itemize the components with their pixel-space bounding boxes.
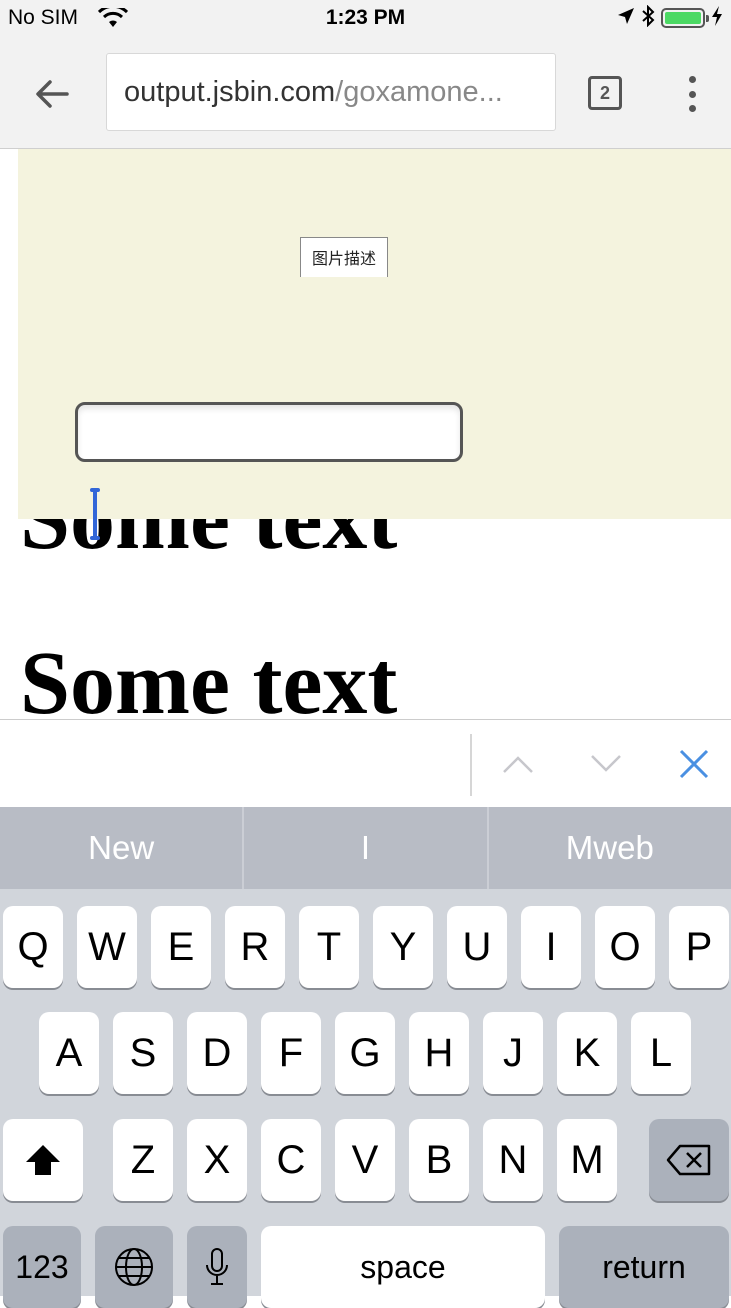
- key-t[interactable]: T: [299, 906, 359, 988]
- backspace-key[interactable]: [649, 1119, 729, 1201]
- suggestion-3[interactable]: Mweb: [489, 807, 731, 889]
- chevron-down-icon: [591, 755, 621, 772]
- key-y[interactable]: Y: [373, 906, 433, 988]
- key-k[interactable]: K: [557, 1012, 617, 1094]
- globe-icon: [115, 1248, 153, 1286]
- key-o[interactable]: O: [595, 906, 655, 988]
- bluetooth-icon: [641, 4, 655, 32]
- broken-image-alt: 图片描述: [300, 237, 389, 277]
- key-u[interactable]: U: [447, 906, 507, 988]
- suggestion-2[interactable]: I: [244, 807, 489, 889]
- overflow-menu-icon[interactable]: [676, 72, 708, 116]
- tab-switcher-button[interactable]: 2: [588, 76, 622, 110]
- key-g[interactable]: G: [335, 1012, 395, 1094]
- key-h[interactable]: H: [409, 1012, 469, 1094]
- heading-2: Some text: [20, 634, 398, 720]
- key-p[interactable]: P: [669, 906, 729, 988]
- shift-key[interactable]: [3, 1119, 83, 1201]
- key-e[interactable]: E: [151, 906, 211, 988]
- url-path: /goxamone...: [335, 75, 503, 108]
- fixed-panel: 图片描述: [18, 149, 731, 519]
- charging-bolt-icon: [711, 5, 723, 31]
- close-icon: [679, 749, 709, 779]
- keyboard-accessory-bar: [0, 719, 731, 808]
- key-v[interactable]: V: [335, 1119, 395, 1201]
- previous-field-button[interactable]: [496, 742, 540, 786]
- key-x[interactable]: X: [187, 1119, 247, 1201]
- location-arrow-icon: [617, 7, 635, 30]
- back-arrow-icon: [36, 80, 69, 108]
- page-content: Some text Some text 图片描述: [0, 149, 731, 719]
- battery-fill: [665, 12, 701, 24]
- url-host: output.jsbin.com: [124, 75, 336, 108]
- back-button[interactable]: [24, 66, 80, 122]
- key-a[interactable]: A: [39, 1012, 99, 1094]
- next-field-button[interactable]: [584, 742, 628, 786]
- backspace-icon: [666, 1144, 711, 1176]
- address-bar[interactable]: output.jsbin.com/goxamone...: [106, 53, 556, 131]
- key-r[interactable]: R: [225, 906, 285, 988]
- key-d[interactable]: D: [187, 1012, 247, 1094]
- key-b[interactable]: B: [409, 1119, 469, 1201]
- done-button[interactable]: [672, 742, 716, 786]
- suggestion-1[interactable]: New: [0, 807, 245, 889]
- key-s[interactable]: S: [113, 1012, 173, 1094]
- key-f[interactable]: F: [261, 1012, 321, 1094]
- text-input[interactable]: [75, 402, 463, 462]
- status-bar: No SIM 1:23 PM: [0, 0, 731, 36]
- chevron-up-icon: [503, 756, 533, 773]
- key-q[interactable]: Q: [3, 906, 63, 988]
- key-c[interactable]: C: [261, 1119, 321, 1201]
- key-l[interactable]: L: [631, 1012, 691, 1094]
- battery-icon: [661, 8, 709, 28]
- microphone-icon: [206, 1248, 228, 1285]
- suggestion-bar: New I Mweb: [0, 807, 731, 889]
- key-i[interactable]: I: [521, 906, 581, 988]
- text-cursor: [90, 488, 100, 540]
- key-z[interactable]: Z: [113, 1119, 173, 1201]
- key-m[interactable]: M: [557, 1119, 617, 1201]
- key-j[interactable]: J: [483, 1012, 543, 1094]
- key-w[interactable]: W: [77, 906, 137, 988]
- shift-icon: [26, 1145, 60, 1175]
- browser-toolbar: output.jsbin.com/goxamone... 2: [0, 36, 731, 149]
- keyboard: Q W E R T Y U I O P A S D F G H J K L Z …: [0, 889, 731, 1308]
- key-n[interactable]: N: [483, 1119, 543, 1201]
